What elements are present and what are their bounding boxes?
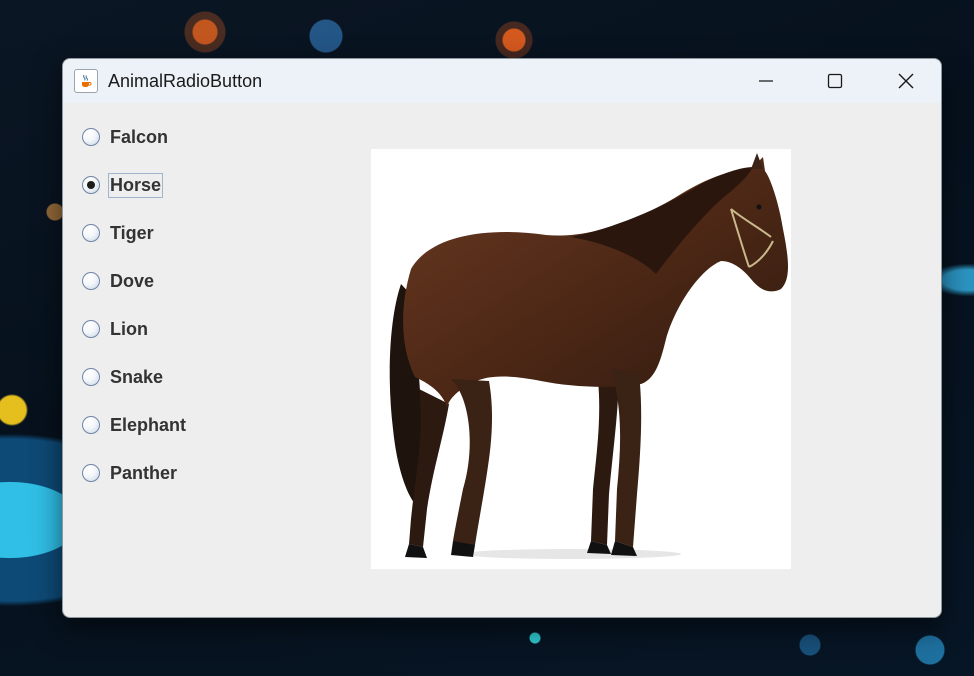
close-icon [898, 73, 914, 89]
radio-label[interactable]: Elephant [108, 413, 188, 438]
radio-tiger[interactable]: Tiger [82, 219, 156, 247]
radio-dove[interactable]: Dove [82, 267, 156, 295]
radio-panther[interactable]: Panther [82, 459, 179, 487]
radio-horse[interactable]: Horse [82, 171, 164, 199]
maximize-icon [827, 73, 843, 89]
radio-circle[interactable] [82, 416, 100, 434]
minimize-button[interactable] [731, 59, 801, 103]
radio-lion[interactable]: Lion [82, 315, 150, 343]
radio-label[interactable]: Snake [108, 365, 165, 390]
radio-label[interactable]: Falcon [108, 125, 170, 150]
radio-elephant[interactable]: Elephant [82, 411, 188, 439]
radio-label[interactable]: Tiger [108, 221, 156, 246]
horse-image [389, 153, 788, 559]
radio-circle[interactable] [82, 128, 100, 146]
java-coffee-cup-icon [74, 69, 98, 93]
radio-label[interactable]: Panther [108, 461, 179, 486]
radio-circle[interactable] [82, 272, 100, 290]
radio-label[interactable]: Horse [108, 172, 164, 198]
radio-snake[interactable]: Snake [82, 363, 165, 391]
radio-circle[interactable] [82, 176, 100, 194]
close-button[interactable] [871, 59, 941, 103]
window-title: AnimalRadioButton [108, 70, 263, 91]
radio-circle[interactable] [82, 320, 100, 338]
radio-falcon[interactable]: Falcon [82, 123, 170, 151]
radio-circle[interactable] [82, 224, 100, 242]
animal-image [371, 149, 791, 569]
app-window: AnimalRadioButton Falcon Horse Tiger Dov… [62, 58, 942, 618]
radio-label[interactable]: Lion [108, 317, 150, 342]
minimize-icon [759, 80, 773, 82]
radio-circle[interactable] [82, 464, 100, 482]
maximize-button[interactable] [800, 59, 870, 103]
radio-label[interactable]: Dove [108, 269, 156, 294]
title-bar[interactable]: AnimalRadioButton [63, 59, 941, 103]
radio-circle[interactable] [82, 368, 100, 386]
